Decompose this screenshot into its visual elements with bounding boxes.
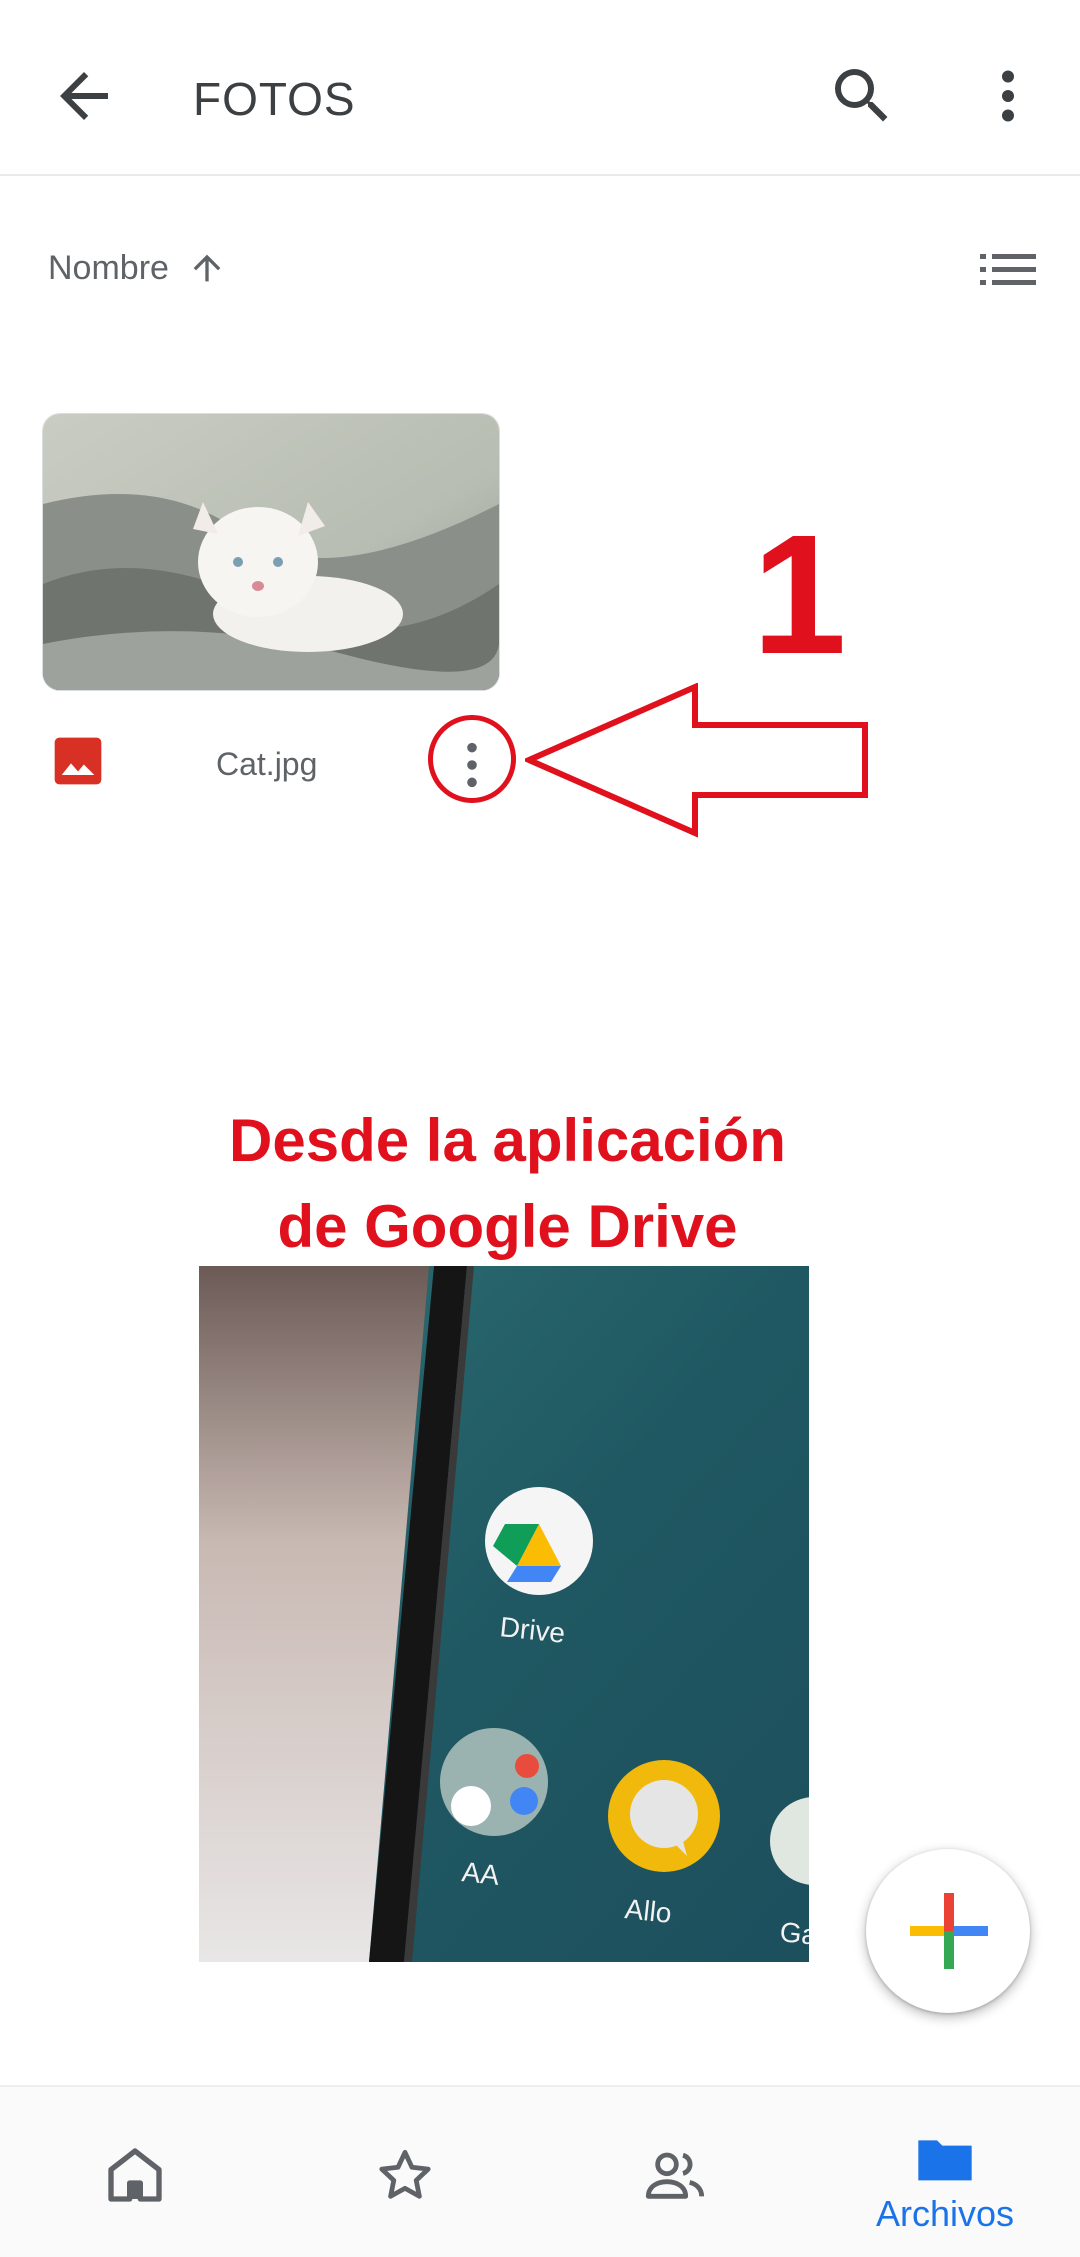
nav-shared[interactable]	[540, 2087, 810, 2257]
allo-label: Allo	[623, 1893, 673, 1929]
annotation-caption: Desde la aplicación de Google Drive	[150, 1098, 865, 1270]
nav-home[interactable]	[0, 2087, 270, 2257]
folder-icon	[918, 2140, 972, 2181]
nav-starred[interactable]	[270, 2087, 540, 2257]
nav-files[interactable]: Archivos	[810, 2087, 1080, 2257]
list-view-icon[interactable]	[978, 248, 1038, 292]
google-plus-icon	[910, 1893, 988, 1969]
caption-line-2: de Google Drive	[277, 1193, 738, 1260]
top-app-bar: FOTOS	[0, 0, 1080, 176]
partial-app-label: Ga	[778, 1916, 809, 1951]
aa-label: AA	[460, 1856, 501, 1891]
sort-label: Nombre	[48, 248, 169, 287]
search-icon[interactable]	[826, 60, 898, 132]
phone-photo: Drive AA Allo Ga	[199, 1266, 809, 1962]
allo-app-icon	[608, 1760, 720, 1872]
image-file-icon	[50, 733, 106, 789]
annotation-circle	[428, 715, 516, 803]
arrow-up-icon	[193, 254, 221, 282]
nav-files-label: Archivos	[875, 2193, 1015, 2234]
back-arrow-icon[interactable]	[48, 60, 120, 132]
annotation-step-number: 1	[752, 500, 847, 690]
page-title: FOTOS	[193, 73, 356, 125]
new-fab-button[interactable]	[866, 1849, 1030, 2013]
aa-app-icon	[440, 1728, 548, 1836]
file-thumbnail[interactable]	[42, 413, 500, 691]
caption-line-1: Desde la aplicación	[229, 1107, 786, 1174]
shared-people-icon	[645, 2152, 705, 2199]
star-icon	[379, 2149, 431, 2199]
drive-app-icon	[485, 1487, 593, 1595]
home-icon	[108, 2148, 162, 2202]
annotation-arrow	[521, 682, 870, 838]
sort-control[interactable]: Nombre	[48, 248, 227, 288]
more-vert-icon[interactable]	[972, 60, 1044, 132]
bottom-navigation: Archivos	[0, 2085, 1080, 2257]
file-name[interactable]: Cat.jpg	[216, 746, 317, 783]
